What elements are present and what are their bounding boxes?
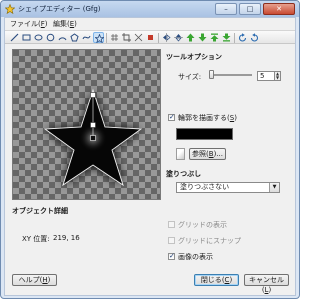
help-key: H bbox=[42, 276, 48, 284]
ok-key: C bbox=[224, 276, 230, 284]
outline-color-swatch[interactable] bbox=[176, 128, 233, 140]
cancel-label: キャンセル bbox=[249, 276, 284, 284]
crop-tool-icon[interactable] bbox=[121, 32, 132, 43]
outline-label-text: 輪郭を描画する bbox=[178, 114, 227, 122]
flip-vertical-icon[interactable] bbox=[173, 32, 184, 43]
cancel-button[interactable]: キャンセル(L) bbox=[244, 274, 289, 294]
help-button[interactable]: ヘルプ(H) bbox=[12, 274, 57, 286]
ok-label: 閉じる bbox=[200, 276, 222, 284]
object-details-heading: オブジェクト詳細 bbox=[12, 207, 68, 215]
toolbar-separator bbox=[106, 33, 107, 43]
outline-label[interactable]: 輪郭を描画する(S) bbox=[178, 113, 237, 123]
dialog-body: ファイル(F) 編集(E) ツールオプション サイズ: 5 ▲ ▼ ✓ 輪郭を描… bbox=[4, 17, 296, 296]
browse-label: 参照 bbox=[192, 150, 207, 158]
close-button[interactable]: ✕ bbox=[263, 3, 295, 15]
pattern-swatch bbox=[176, 148, 185, 160]
size-slider-track[interactable] bbox=[212, 74, 252, 76]
maximize-button[interactable]: □ bbox=[239, 3, 261, 15]
move-up-icon[interactable] bbox=[185, 32, 196, 43]
arc-tool-icon[interactable] bbox=[57, 32, 68, 43]
move-down-icon[interactable] bbox=[197, 32, 208, 43]
shape-editor-window: シェイプエディター (Gfg) – □ ✕ ファイル(F) 編集(E) ツールオ… bbox=[0, 0, 300, 299]
minimize-button[interactable]: – bbox=[215, 3, 237, 15]
window-title: シェイプエディター (Gfg) bbox=[18, 5, 101, 13]
circle-tool-icon[interactable] bbox=[45, 32, 56, 43]
curve-tool-icon[interactable] bbox=[81, 32, 92, 43]
show-grid-label: グリッドの表示 bbox=[178, 221, 227, 229]
star-tool-icon[interactable] bbox=[93, 32, 104, 43]
app-icon bbox=[5, 4, 15, 14]
cancel-key: L bbox=[264, 286, 269, 294]
delete-point-icon[interactable] bbox=[145, 32, 156, 43]
size-label: サイズ: bbox=[178, 73, 202, 81]
menu-bar: ファイル(F) 編集(E) bbox=[5, 18, 295, 29]
tool-options-heading: ツールオプション bbox=[166, 53, 222, 61]
show-grid-checkbox[interactable] bbox=[168, 221, 175, 228]
size-spinbox[interactable]: 5 bbox=[257, 71, 275, 81]
menu-edit-label: 編集 bbox=[53, 20, 67, 28]
size-slider-thumb[interactable] bbox=[209, 70, 214, 79]
show-image-checkbox[interactable] bbox=[168, 252, 175, 260]
polygon-tool-icon[interactable] bbox=[69, 32, 80, 43]
fill-select[interactable]: 塗りつぶさない bbox=[176, 182, 280, 193]
move-top-icon[interactable] bbox=[209, 32, 220, 43]
snap-to-grid-checkbox[interactable] bbox=[168, 237, 175, 244]
help-label: ヘルプ bbox=[18, 276, 40, 284]
menu-edit-key: E bbox=[69, 20, 75, 28]
outline-key: S bbox=[229, 114, 235, 122]
grid-toggle-icon[interactable] bbox=[109, 32, 120, 43]
menu-file-key: F bbox=[40, 20, 45, 28]
toolbar-separator bbox=[234, 33, 235, 43]
show-image-label: 画像の表示 bbox=[178, 253, 213, 261]
move-bottom-icon[interactable] bbox=[221, 32, 232, 43]
browse-key: B bbox=[208, 150, 214, 158]
outline-checkbox[interactable] bbox=[168, 113, 175, 121]
rectangle-tool-icon[interactable] bbox=[21, 32, 32, 43]
fill-heading: 塗りつぶし bbox=[166, 170, 202, 178]
shape-canvas[interactable] bbox=[12, 49, 161, 200]
toolbar bbox=[5, 30, 295, 44]
menu-file-label: ファイル bbox=[10, 20, 38, 28]
snap-to-grid-label: グリッドにスナップ bbox=[178, 237, 241, 245]
flip-horizontal-icon[interactable] bbox=[161, 32, 172, 43]
menu-edit[interactable]: 編集(E) bbox=[53, 19, 77, 29]
move-point-icon[interactable] bbox=[133, 32, 144, 43]
xy-position-value: 219, 16 bbox=[53, 234, 80, 242]
rotate-left-icon[interactable] bbox=[237, 32, 248, 43]
chevron-down-icon[interactable]: ▼ bbox=[269, 183, 279, 192]
star-shape bbox=[43, 88, 143, 187]
rotate-right-icon[interactable] bbox=[249, 32, 260, 43]
ellipse-tool-icon[interactable] bbox=[33, 32, 44, 43]
toolbar-separator bbox=[158, 33, 159, 43]
close-dialog-button[interactable]: 閉じる(C) bbox=[194, 274, 239, 286]
xy-position-label: XY 位置: bbox=[22, 235, 50, 243]
size-spin-arrows[interactable]: ▲ ▼ bbox=[275, 71, 281, 81]
menu-file[interactable]: ファイル(F) bbox=[10, 19, 48, 29]
line-tool-icon[interactable] bbox=[9, 32, 20, 43]
title-bar[interactable]: シェイプエディター (Gfg) – □ ✕ bbox=[1, 1, 299, 17]
browse-button[interactable]: 参照(B)... bbox=[189, 148, 226, 160]
